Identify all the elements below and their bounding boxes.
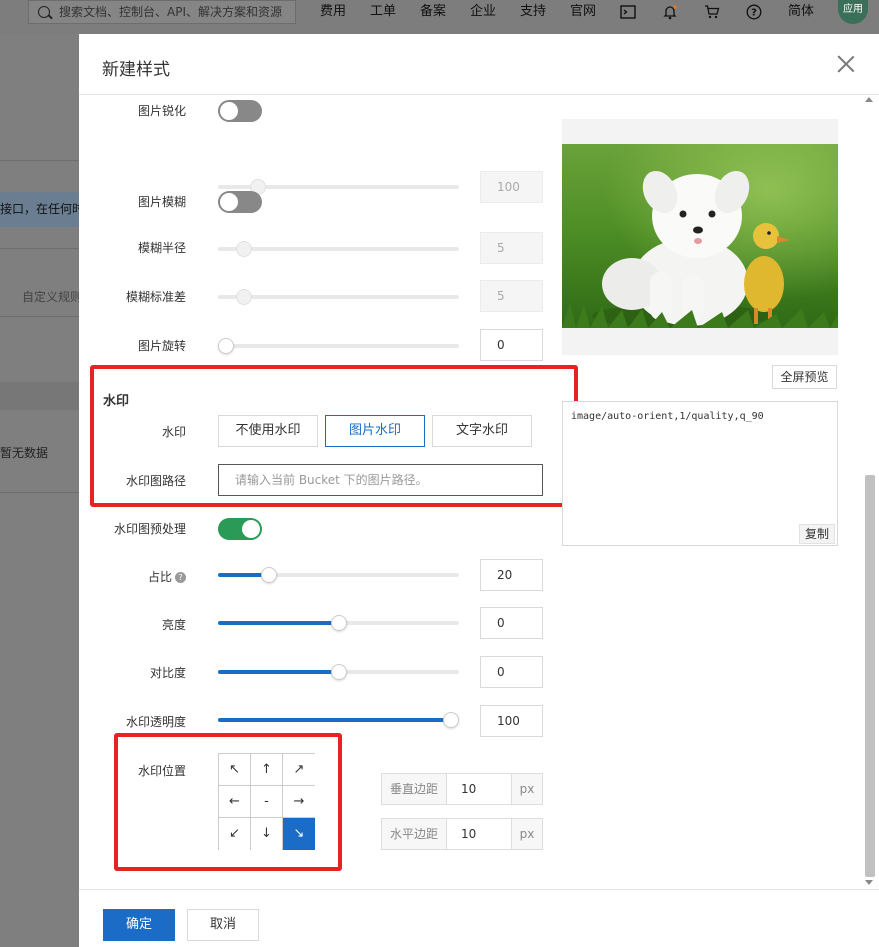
blur-sigma-label: 模糊标准差 [125, 290, 186, 304]
blur-radius-label: 模糊半径 [137, 241, 186, 255]
nav-enterprise[interactable]: 企业 [470, 0, 496, 24]
rotate-slider[interactable] [218, 338, 459, 354]
help-icon[interactable]: ? [175, 572, 186, 583]
highlight-box-watermark [90, 365, 578, 507]
style-code-text: image/auto-orient,1/quality,q_90 [571, 411, 764, 422]
sharpen-slider [218, 179, 459, 195]
contrast-label: 对比度 [149, 666, 186, 680]
style-code-box[interactable]: image/auto-orient,1/quality,q_90 [562, 401, 838, 546]
scrollbar-thumb[interactable] [865, 475, 875, 877]
slider-fill [218, 621, 339, 625]
slider-thumb [236, 289, 252, 305]
blur-label: 图片模糊 [137, 195, 186, 209]
copy-button[interactable]: 复制 [799, 524, 835, 544]
blur-sigma-input: 5 [480, 280, 543, 312]
confirm-button[interactable]: 确定 [103, 909, 175, 941]
vertical-margin-label: 垂直边距 [381, 773, 447, 805]
cancel-button[interactable]: 取消 [187, 909, 259, 941]
preprocess-toggle[interactable] [218, 518, 262, 540]
horizontal-margin-label: 水平边距 [381, 818, 447, 850]
bell-icon[interactable] [660, 0, 680, 24]
nav-official-site[interactable]: 官网 [570, 0, 596, 24]
dialog-header: 新建样式 [79, 34, 879, 95]
table-header [0, 382, 79, 410]
fullscreen-preview-button[interactable]: 全屏预览 [772, 365, 837, 389]
brightness-value-input[interactable]: 0 [480, 607, 543, 639]
blur-radius-input: 5 [480, 232, 543, 264]
scroll-up-icon[interactable] [865, 97, 873, 102]
nav-icp[interactable]: 备案 [420, 0, 446, 24]
search-placeholder: 搜索文档、控制台、API、解决方案和资源 [59, 5, 282, 19]
blur-radius-slider [218, 241, 459, 257]
opacity-value-input[interactable]: 100 [480, 705, 543, 737]
slider-thumb[interactable] [330, 615, 347, 631]
empty-state-text: 暂无数据 [0, 446, 49, 460]
contrast-slider[interactable] [218, 664, 459, 680]
top-navigation-bar: 搜索文档、控制台、API、解决方案和资源 费用 工单 备案 企业 支持 官网 ?… [0, 0, 879, 34]
horizontal-margin-unit: px [511, 818, 543, 850]
brightness-slider[interactable] [218, 615, 459, 631]
custom-rule-tab[interactable]: 自定义规则 [22, 288, 82, 305]
help-icon[interactable]: ? [744, 0, 764, 24]
dialog-body: 图片锐化 100 图片模糊 模糊半径 5 模糊标准差 5 图片旋转 0 水印 水… [79, 95, 879, 889]
divider [0, 492, 79, 493]
contrast-value-input[interactable]: 0 [480, 656, 543, 688]
toggle-knob [220, 102, 238, 120]
divider [0, 160, 79, 161]
divider [0, 248, 79, 249]
svg-text:?: ? [751, 8, 757, 19]
slider-thumb[interactable] [218, 338, 234, 354]
slider-thumb[interactable] [330, 664, 347, 680]
slider-thumb[interactable] [443, 712, 459, 728]
divider [0, 316, 79, 317]
nav-support[interactable]: 支持 [520, 0, 546, 24]
slider-fill [218, 718, 451, 722]
create-style-dialog: 新建样式 图片锐化 100 图片模糊 模糊半径 5 模糊标准差 5 图片旋转 0… [79, 34, 879, 947]
sharpen-value-input: 100 [480, 171, 543, 203]
close-icon[interactable] [837, 55, 855, 73]
ratio-slider[interactable] [218, 567, 459, 583]
cart-icon[interactable] [703, 0, 721, 24]
slider-thumb[interactable] [260, 567, 277, 583]
global-search-input[interactable]: 搜索文档、控制台、API、解决方案和资源 [28, 0, 296, 24]
nav-billing[interactable]: 费用 [320, 0, 346, 24]
toggle-knob [242, 520, 260, 538]
ratio-label: 占比? [86, 568, 186, 585]
terminal-icon[interactable] [619, 0, 637, 24]
horizontal-margin-input[interactable]: 10 [446, 818, 512, 850]
vertical-margin-input[interactable]: 10 [446, 773, 512, 805]
rotate-value-input[interactable]: 0 [480, 329, 543, 361]
ratio-value-input[interactable]: 20 [480, 559, 543, 591]
sharpen-label: 图片锐化 [137, 104, 186, 118]
preprocess-label: 水印图预处理 [113, 522, 186, 536]
info-banner: 接口，在任何时 [0, 192, 79, 227]
blur-sigma-slider [218, 289, 459, 305]
slider-thumb [236, 241, 252, 257]
nav-tickets[interactable]: 工单 [370, 0, 396, 24]
highlight-box-position [114, 733, 342, 871]
opacity-slider[interactable] [218, 712, 459, 728]
slider-fill [218, 670, 339, 674]
vertical-margin-unit: px [511, 773, 543, 805]
rotate-label: 图片旋转 [137, 339, 186, 353]
search-icon [38, 6, 50, 18]
opacity-label: 水印透明度 [125, 715, 186, 729]
blur-toggle[interactable] [218, 191, 262, 213]
scroll-down-icon[interactable] [865, 880, 873, 885]
avatar[interactable]: 应用 [838, 0, 868, 24]
dialog-title: 新建样式 [102, 60, 170, 80]
preview-image [562, 144, 838, 328]
sharpen-toggle[interactable] [218, 100, 262, 122]
dialog-footer: 确定 取消 [79, 889, 879, 947]
brightness-label: 亮度 [161, 618, 186, 632]
language-switch[interactable]: 简体 [788, 0, 814, 24]
toggle-knob [220, 193, 238, 211]
